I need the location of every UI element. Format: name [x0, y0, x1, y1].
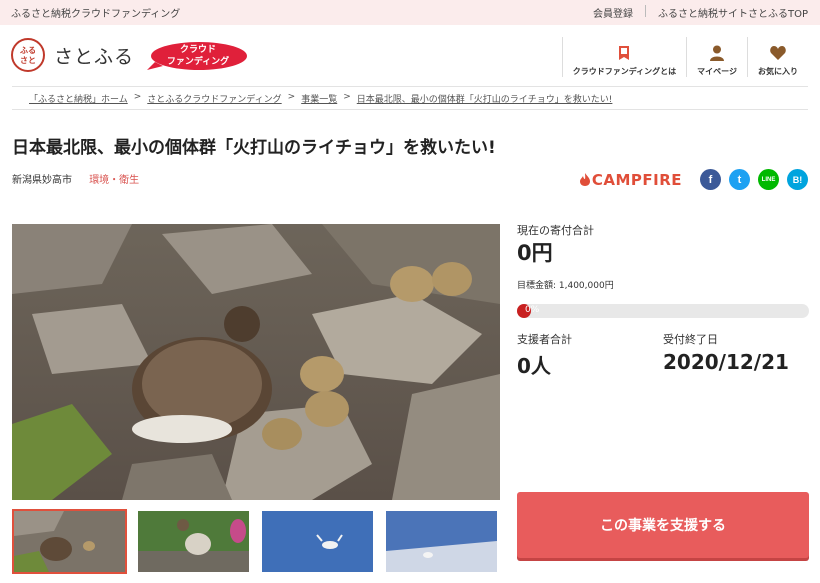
svg-text:さと: さと — [20, 56, 36, 65]
project-main-photo — [12, 224, 500, 500]
progress-percent: 0% — [525, 305, 540, 315]
badge-line-1: クラウド — [179, 45, 216, 55]
total-value: 0円 — [517, 241, 553, 265]
facebook-share-button[interactable]: f — [700, 169, 721, 190]
thumbnail-image-icon — [138, 511, 249, 572]
breadcrumb: 「ふるさと納税」ホーム > さとふるクラウドファンディング > 事業一覧 > 日… — [12, 86, 808, 110]
hatena-icon: B! — [792, 174, 803, 185]
goal-amount: 目標金額: 1,400,000円 — [517, 281, 614, 291]
about-crowdfunding-link[interactable]: クラウドファンディングとは — [561, 37, 686, 77]
line-icon: LINE — [761, 176, 776, 183]
twitter-share-button[interactable]: t — [729, 169, 750, 190]
campfire-text: CAMPFIRE — [591, 170, 682, 189]
crowdfunding-badge[interactable]: クラウド ファンディング — [147, 40, 249, 72]
book-icon — [619, 46, 630, 60]
divider — [644, 5, 646, 17]
breadcrumb-crowdfunding[interactable]: さとふるクラウドファンディング — [147, 92, 281, 105]
deadline-label: 受付終了日 — [663, 333, 718, 346]
nav-label-mypage: マイページ — [697, 67, 737, 76]
facebook-icon: f — [708, 173, 713, 186]
twitter-icon: t — [737, 173, 742, 186]
site-header: ふる さと さとふる クラウド ファンディング クラウドファンディングとは マイ… — [0, 25, 820, 85]
heart-icon — [770, 46, 786, 60]
svg-text:ふる: ふる — [20, 46, 36, 55]
nav-label-favorites: お気に入り — [758, 67, 798, 76]
project-meta: 新潟県妙高市 環境・衛生 — [12, 171, 139, 186]
logo-mark-icon: ふる さと — [20, 46, 36, 65]
thumbnail-image-icon — [386, 511, 497, 572]
top-bar: ふるさと納税クラウドファンディング 会員登録 ふるさと納税サイトさとふるTOP — [0, 0, 820, 25]
top-links: 会員登録 ふるさと納税サイトさとふるTOP — [593, 5, 808, 20]
thumbnail-2[interactable] — [136, 509, 251, 574]
share-bar: CAMPFIRE f t LINE B! — [579, 169, 808, 190]
flame-icon — [579, 173, 590, 186]
supporters-label: 支援者合計 — [517, 333, 572, 346]
category-link[interactable]: 環境・衛生 — [89, 175, 139, 186]
header-nav: クラウドファンディングとは マイページ お気に入り — [561, 37, 808, 77]
thumbnail-3[interactable] — [260, 509, 375, 574]
line-share-button[interactable]: LINE — [758, 169, 779, 190]
thumbnail-image-icon — [14, 511, 125, 572]
ptarmigan-photo-icon — [12, 224, 500, 500]
support-project-button[interactable]: この事業を支援する — [517, 492, 809, 558]
thumbnail-1[interactable] — [12, 509, 127, 574]
favorites-link[interactable]: お気に入り — [747, 37, 808, 77]
nav-label-about: クラウドファンディングとは — [572, 67, 677, 76]
breadcrumb-current[interactable]: 日本最北限、最小の個体群「火打山のライチョウ」を救いたい! — [357, 92, 613, 105]
user-icon — [710, 45, 725, 61]
mypage-link[interactable]: マイページ — [686, 37, 747, 77]
badge-line-2: ファンディング — [166, 57, 230, 67]
project-city: 新潟県妙高市 — [12, 175, 72, 186]
photo-thumbnails — [12, 509, 508, 574]
site-tagline: ふるさと納税クラウドファンディング — [11, 9, 181, 20]
campfire-logo[interactable]: CAMPFIRE — [579, 170, 682, 189]
progress-bar: 0% — [517, 304, 809, 318]
deadline-value: 2020/12/21 — [663, 350, 789, 374]
total-label: 現在の寄付合計 — [517, 224, 594, 237]
hatena-share-button[interactable]: B! — [787, 169, 808, 190]
logo-text: さとふる — [54, 45, 135, 68]
register-link[interactable]: 会員登録 — [593, 5, 633, 20]
site-logo[interactable]: ふる さと さとふる — [11, 38, 134, 72]
breadcrumb-projects[interactable]: 事業一覧 — [301, 92, 337, 105]
supporters-value: 0人 — [517, 354, 551, 378]
logo-mark: ふる さと — [11, 38, 45, 72]
thumbnail-image-icon — [262, 511, 373, 572]
satofull-top-link[interactable]: ふるさと納税サイトさとふるTOP — [658, 5, 808, 20]
page-title: 日本最北限、最小の個体群「火打山のライチョウ」を救いたい! — [12, 138, 496, 158]
breadcrumb-home[interactable]: 「ふるさと納税」ホーム — [29, 92, 128, 105]
thumbnail-4[interactable] — [384, 509, 499, 574]
